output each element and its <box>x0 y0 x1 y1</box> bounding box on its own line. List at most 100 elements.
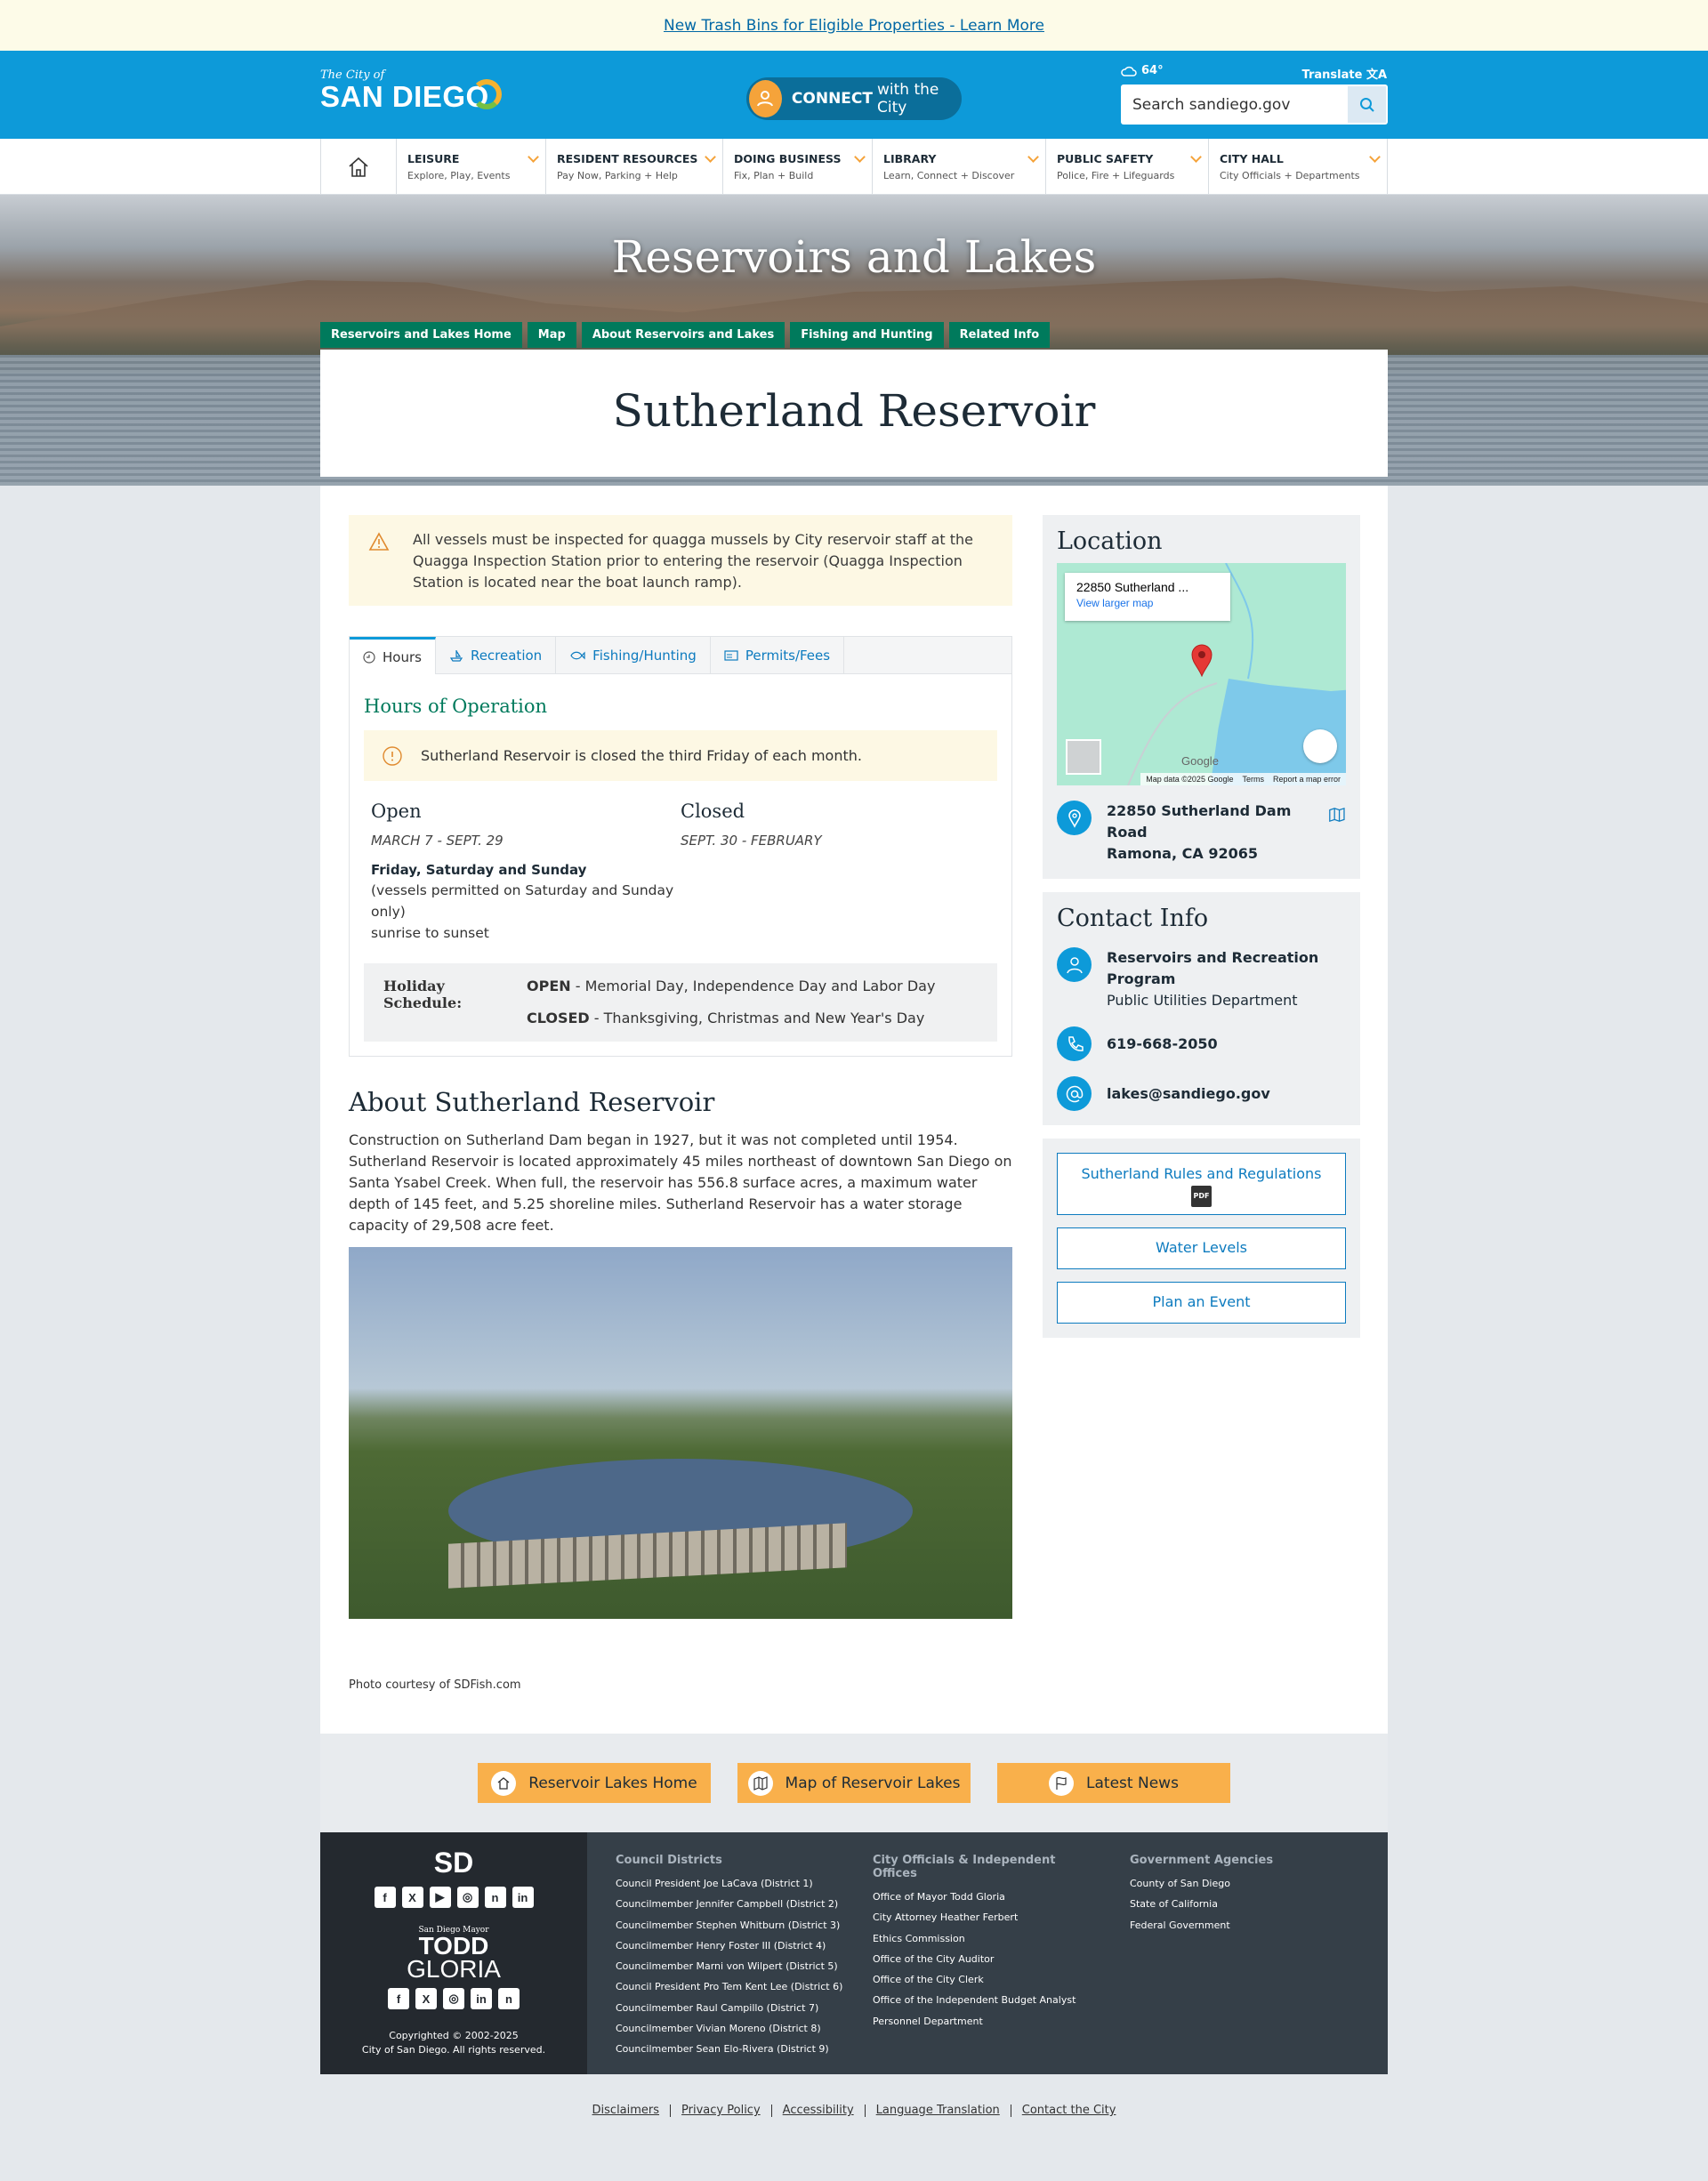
nav-item-public-safety[interactable]: PUBLIC SAFETY Police, Fire + Lifeguards <box>1046 139 1209 195</box>
fish-icon <box>570 651 585 659</box>
tab-recreation[interactable]: Recreation <box>436 637 557 673</box>
sun-logo-icon <box>471 79 502 109</box>
hero-banner: Reservoirs and Lakes Reservoirs and Lake… <box>0 195 1708 486</box>
link-buttons: Sutherland Rules and Regulations PDF Wat… <box>1043 1139 1360 1338</box>
footer-link[interactable]: Personnel Department <box>873 2011 1101 2032</box>
footer-link[interactable]: State of California <box>1130 1894 1358 1914</box>
footer-link[interactable]: Councilmember Vivian Moreno (District 8) <box>616 2018 844 2039</box>
facebook-icon[interactable]: f <box>374 1887 396 1908</box>
holiday-closed-text: - Thanksgiving, Christmas and New Year's… <box>589 1010 925 1026</box>
nav-item-city-hall[interactable]: CITY HALL City Officials + Departments <box>1209 139 1388 195</box>
privacy-link[interactable]: Privacy Policy <box>671 2105 772 2117</box>
x-icon[interactable]: X <box>415 1988 437 2009</box>
nextdoor-icon[interactable]: n <box>484 1887 506 1908</box>
weather-temp: 64° <box>1141 64 1164 77</box>
footer-link[interactable]: City Attorney Heather Ferbert <box>873 1907 1101 1927</box>
footer-link[interactable]: Councilmember Henry Foster III (District… <box>616 1936 844 1956</box>
footer-col-officials: City Officials & Independent Offices Off… <box>844 1832 1101 2074</box>
nextdoor-icon[interactable]: n <box>498 1988 520 2009</box>
instagram-icon[interactable]: ◎ <box>443 1988 464 2009</box>
embedded-map[interactable]: 22850 Sutherland ... View larger map Goo… <box>1057 563 1346 785</box>
contact-heading: Contact Info <box>1057 905 1209 932</box>
footer-link[interactable]: Councilmember Stephen Whitburn (District… <box>616 1915 844 1936</box>
footer-link[interactable]: Council President Joe LaCava (District 1… <box>616 1873 844 1894</box>
footer-link[interactable]: Council President Pro Tem Kent Lee (Dist… <box>616 1976 844 1997</box>
subnav-related[interactable]: Related Info <box>948 322 1051 348</box>
footer-link[interactable]: Office of the Independent Budget Analyst <box>873 1990 1101 2010</box>
nav-item-doing-business[interactable]: DOING BUSINESS Fix, Plan + Build <box>723 139 873 195</box>
info-icon <box>383 745 402 766</box>
youtube-icon[interactable]: ▶ <box>429 1887 451 1908</box>
home-button[interactable] <box>320 139 397 195</box>
reservoir-lakes-home-button[interactable]: Reservoir Lakes Home <box>478 1763 711 1803</box>
linkedin-icon[interactable]: in <box>471 1988 492 2009</box>
cloud-icon <box>1121 66 1137 76</box>
contact-email[interactable]: lakes@sandiego.gov <box>1107 1085 1270 1102</box>
quagga-notice: All vessels must be inspected for quagga… <box>349 515 1012 606</box>
map-icon[interactable] <box>1328 806 1346 824</box>
subnav-fishing[interactable]: Fishing and Hunting <box>790 322 944 348</box>
contact-link[interactable]: Contact the City <box>1011 2105 1127 2117</box>
map-layer-toggle[interactable] <box>1066 739 1101 775</box>
alert-link[interactable]: New Trash Bins for Eligible Properties -… <box>664 17 1044 35</box>
tab-hours[interactable]: Hours <box>350 637 436 674</box>
footer-link[interactable]: Office of the City Auditor <box>873 1949 1101 1969</box>
tab-fishing-hunting[interactable]: Fishing/Hunting <box>556 637 711 673</box>
boat-icon <box>449 649 463 662</box>
hours-grid: Open MARCH 7 - SEPT. 29 Friday, Saturday… <box>364 801 997 944</box>
footer-link[interactable]: Councilmember Jennifer Campbell (Distric… <box>616 1894 844 1914</box>
nav-item-leisure[interactable]: LEISURE Explore, Play, Events <box>397 139 546 195</box>
footer-link[interactable]: County of San Diego <box>1130 1873 1358 1894</box>
search-button[interactable] <box>1348 86 1386 123</box>
subnav-home[interactable]: Reservoirs and Lakes Home <box>320 322 522 348</box>
open-detail: (vessels permitted on Saturday and Sunda… <box>371 882 674 920</box>
nav-items: LEISURE Explore, Play, Events RESIDENT R… <box>320 139 1388 195</box>
footer-brand: SD f X ▶ ◎ n in San Diego Mayor TODD GLO… <box>320 1832 587 2074</box>
connect-button[interactable]: CONNECT with the City <box>746 77 962 120</box>
site-footer: SD f X ▶ ◎ n in San Diego Mayor TODD GLO… <box>320 1832 1388 2074</box>
contact-card: Contact Info Reservoirs and Recreation P… <box>1043 892 1360 1125</box>
footer-link[interactable]: Ethics Commission <box>873 1928 1101 1949</box>
plan-event-button[interactable]: Plan an Event <box>1057 1282 1346 1324</box>
map-terms-link[interactable]: Terms <box>1242 775 1264 784</box>
accessibility-link[interactable]: Accessibility <box>772 2105 866 2117</box>
city-logo[interactable]: The City of SAN DIEGO <box>320 68 502 112</box>
footer-link[interactable]: Federal Government <box>1130 1915 1358 1936</box>
facebook-icon[interactable]: f <box>388 1988 409 2009</box>
footer-link[interactable]: Councilmember Raul Campillo (District 7) <box>616 1998 844 2018</box>
nav-item-resident-resources[interactable]: RESIDENT RESOURCES Pay Now, Parking + He… <box>546 139 723 195</box>
footer-link[interactable]: Councilmember Sean Elo-Rivera (District … <box>616 2039 844 2059</box>
latest-news-button[interactable]: Latest News <box>997 1763 1230 1803</box>
water-levels-button[interactable]: Water Levels <box>1057 1227 1346 1269</box>
nav-item-library[interactable]: LIBRARY Learn, Connect + Discover <box>873 139 1046 195</box>
search-input[interactable]: Search sandiego.gov <box>1121 96 1348 114</box>
subnav-map[interactable]: Map <box>527 322 576 348</box>
subnav-about[interactable]: About Reservoirs and Lakes <box>581 322 786 348</box>
disclaimers-link[interactable]: Disclaimers <box>582 2105 672 2117</box>
footer-col-title: Government Agencies <box>1130 1854 1274 1867</box>
rules-button[interactable]: Sutherland Rules and Regulations PDF <box>1057 1153 1346 1215</box>
view-larger-map-link[interactable]: View larger map <box>1076 597 1219 609</box>
map-reservoir-lakes-button[interactable]: Map of Reservoir Lakes <box>737 1763 971 1803</box>
contact-phone[interactable]: 619-668-2050 <box>1107 1035 1218 1052</box>
footer-link[interactable]: Office of the City Clerk <box>873 1969 1101 1990</box>
contact-org-row: Reservoirs and Recreation Program Public … <box>1057 947 1346 1011</box>
mayor-logo: San Diego Mayor TODD GLORIA <box>320 1926 587 1982</box>
instagram-icon[interactable]: ◎ <box>456 1887 479 1908</box>
copyright-line2: City of San Diego. All rights reserved. <box>361 2044 546 2056</box>
nav-sub: Pay Now, Parking + Help <box>557 170 678 181</box>
home-icon <box>491 1770 517 1796</box>
translation-link[interactable]: Language Translation <box>866 2105 1011 2117</box>
holiday-open: OPEN - Memorial Day, Independence Day an… <box>527 978 935 995</box>
map-report-link[interactable]: Report a map error <box>1273 775 1341 784</box>
translate-button[interactable]: Translate 文A <box>1302 65 1387 82</box>
about-heading: About Sutherland Reservoir <box>349 1087 715 1117</box>
map-expand-icon[interactable] <box>1303 729 1337 763</box>
phone-icon <box>1057 1026 1092 1061</box>
linkedin-icon[interactable]: in <box>512 1887 534 1908</box>
x-icon[interactable]: X <box>401 1887 423 1908</box>
holiday-schedule: Holiday Schedule: OPEN - Memorial Day, I… <box>364 963 997 1042</box>
footer-link[interactable]: Office of Mayor Todd Gloria <box>873 1887 1101 1907</box>
footer-link[interactable]: Councilmember Marni von Wilpert (Distric… <box>616 1956 844 1976</box>
tab-permits-fees[interactable]: Permits/Fees <box>711 637 845 673</box>
